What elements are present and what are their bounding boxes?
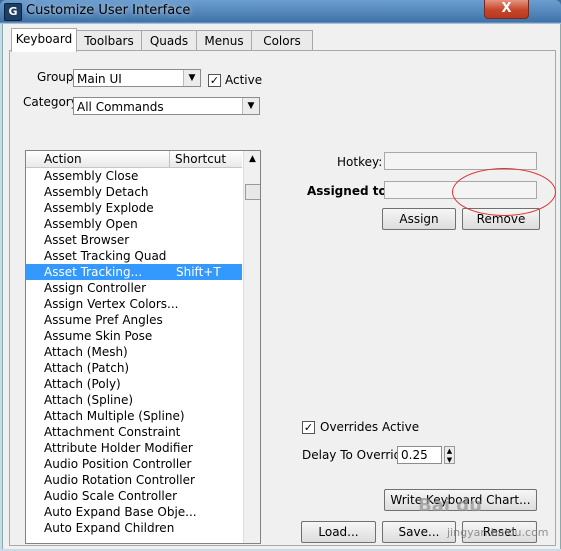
assigned-to-label: Assigned to: <box>307 184 392 198</box>
tab-keyboard[interactable]: Keyboard <box>11 28 77 52</box>
action-list[interactable]: Action Shortcut Assembly Close Assembly D… <box>25 150 261 544</box>
row-action: Attachment Constraint <box>44 425 181 439</box>
watermark-url: jingyan.baidu.com <box>447 526 549 539</box>
group-dropdown[interactable]: Main UI ▼ <box>73 69 201 87</box>
spinner-arrows-icon[interactable]: ▲ ▼ <box>444 446 455 464</box>
overrides-active-label: Overrides Active <box>320 420 420 434</box>
group-label: Group: <box>37 70 78 84</box>
row-action: Attach (Patch) <box>44 361 130 375</box>
list-row[interactable]: Attach (Poly) <box>26 376 242 392</box>
baidu-watermark: Bai du <box>418 495 483 516</box>
delay-value[interactable]: 0.25 <box>397 446 442 464</box>
window-title: Customize User Interface <box>26 3 191 18</box>
row-action: Audio Rotation Controller <box>44 473 195 487</box>
row-action: Audio Scale Controller <box>44 489 178 503</box>
tab-colors[interactable]: Colors <box>251 30 313 51</box>
list-row[interactable]: Audio Rotation Controller <box>26 472 242 488</box>
row-action: Attach (Mesh) <box>44 345 128 359</box>
group-value: Main UI <box>77 72 122 86</box>
customize-ui-window: G Customize User Interface X Keyboard To… <box>0 0 561 551</box>
row-action: Asset Browser <box>44 233 130 247</box>
row-action: Assume Pref Angles <box>44 313 163 327</box>
hotkey-field[interactable] <box>384 152 537 170</box>
row-shortcut: Shift+T <box>176 265 221 279</box>
row-action: Asset Tracking Quad <box>44 249 167 263</box>
row-action: Attribute Holder Modifier <box>44 441 193 455</box>
close-button[interactable]: X <box>484 0 529 19</box>
row-action: Attach (Spline) <box>44 393 134 407</box>
overrides-active-checkbox[interactable]: ✓ <box>302 421 315 434</box>
list-row[interactable]: Assembly Open <box>26 216 242 232</box>
row-action: Assign Vertex Colors... <box>44 297 179 311</box>
row-action: Assembly Detach <box>44 185 149 199</box>
category-value: All Commands <box>77 100 164 114</box>
assign-button[interactable]: Assign <box>382 208 456 230</box>
list-row[interactable]: Attach Multiple (Spline) <box>26 408 242 424</box>
dropdown-arrow-icon: ▼ <box>183 70 200 86</box>
row-action: Assign Controller <box>44 281 147 295</box>
list-row[interactable]: Audio Position Controller <box>26 456 242 472</box>
list-row[interactable]: Asset Tracking Quad <box>26 248 242 264</box>
list-row[interactable]: Assign Vertex Colors... <box>26 296 242 312</box>
tab-toolbars[interactable]: Toolbars <box>76 30 142 51</box>
3ds-max-logo-icon: G <box>4 3 22 21</box>
row-action: Assembly Open <box>44 217 138 231</box>
row-action: Auto Expand Children <box>44 521 175 535</box>
assigned-to-field <box>384 181 537 199</box>
title-bar[interactable]: G Customize User Interface X <box>0 0 561 24</box>
hotkey-label: Hotkey: <box>337 155 383 169</box>
row-action: Assembly Explode <box>44 201 154 215</box>
list-header: Action Shortcut <box>26 151 242 168</box>
list-rows: Assembly Close Assembly Detach Assembly Ex… <box>26 168 242 536</box>
list-row[interactable]: Attach (Patch) <box>26 360 242 376</box>
list-row[interactable]: Assume Pref Angles <box>26 312 242 328</box>
row-action: Audio Position Controller <box>44 457 192 471</box>
list-row[interactable]: Assign Controller <box>26 280 242 296</box>
tab-menus[interactable]: Menus <box>196 30 252 51</box>
row-action: Assembly Close <box>44 169 139 183</box>
list-row[interactable]: Attach (Mesh) <box>26 344 242 360</box>
row-action: Attach (Poly) <box>44 377 121 391</box>
list-row[interactable]: Audio Scale Controller <box>26 488 242 504</box>
list-row[interactable]: Attribute Holder Modifier <box>26 440 242 456</box>
column-header-shortcut[interactable]: Shortcut <box>175 152 226 166</box>
active-label: Active <box>225 73 263 87</box>
column-divider[interactable] <box>169 151 170 167</box>
dialog-body: Keyboard Toolbars Quads Menus Colors Gro… <box>2 24 561 549</box>
row-action: Attach Multiple (Spline) <box>44 409 185 423</box>
list-row[interactable]: Attach (Spline) <box>26 392 242 408</box>
list-scrollbar[interactable]: ▲ <box>243 151 260 543</box>
row-action: Assume Skin Pose <box>44 329 153 343</box>
list-row[interactable]: Assembly Close <box>26 168 242 184</box>
list-row[interactable]: Auto Expand Children <box>26 520 242 536</box>
tab-quads[interactable]: Quads <box>141 30 197 51</box>
list-row[interactable]: Asset Browser <box>26 232 242 248</box>
keyboard-panel: Group: Main UI ▼ ✓ Active Category: All … <box>9 50 556 546</box>
category-dropdown[interactable]: All Commands ▼ <box>73 97 260 115</box>
load-button[interactable]: Load... <box>301 521 376 543</box>
scroll-thumb[interactable] <box>245 184 260 200</box>
list-row[interactable]: Attachment Constraint <box>26 424 242 440</box>
list-row[interactable]: Asset Tracking... Shift+T <box>26 264 242 280</box>
row-action: Asset Tracking... <box>44 265 143 279</box>
list-row[interactable]: Auto Expand Base Obje... <box>26 504 242 520</box>
save-button[interactable]: Save... <box>382 521 456 543</box>
list-row[interactable]: Assembly Detach <box>26 184 242 200</box>
remove-button[interactable]: Remove <box>462 208 540 230</box>
active-checkbox[interactable]: ✓ <box>208 74 221 87</box>
scroll-up-arrow-icon[interactable]: ▲ <box>244 151 260 167</box>
list-row[interactable]: Assembly Explode <box>26 200 242 216</box>
delay-spinner[interactable]: 0.25 ▲ ▼ <box>397 446 455 464</box>
list-row[interactable]: Assume Skin Pose <box>26 328 242 344</box>
dropdown-arrow-icon: ▼ <box>242 98 259 114</box>
column-header-action[interactable]: Action <box>44 152 82 166</box>
row-action: Auto Expand Base Obje... <box>44 505 197 519</box>
